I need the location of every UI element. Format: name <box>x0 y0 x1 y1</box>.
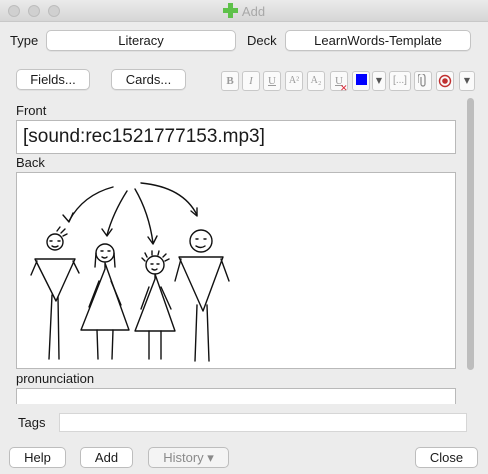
subscript-button[interactable]: A₂ <box>307 71 325 91</box>
attach-icon[interactable] <box>414 71 432 91</box>
pronunciation-field[interactable] <box>16 388 456 404</box>
cards-button[interactable]: Cards... <box>111 69 186 90</box>
note-type-button[interactable]: Literacy <box>46 30 236 51</box>
clear-formatting-icon: ✕ <box>340 84 348 94</box>
front-label: Front <box>16 103 47 118</box>
tags-label: Tags <box>18 415 46 430</box>
pronunciation-label: pronunciation <box>16 371 95 386</box>
scrollbar-thumb[interactable] <box>467 98 474 370</box>
close-button[interactable]: Close <box>415 447 478 468</box>
tags-input[interactable] <box>59 413 467 432</box>
text-color-icon <box>355 74 367 85</box>
underline-button[interactable]: U <box>263 71 281 91</box>
stick-figures-drawing <box>30 182 230 362</box>
front-field[interactable]: [sound:rec1521777153.mp3] <box>16 120 456 154</box>
superscript-button[interactable]: A² <box>285 71 303 91</box>
history-button[interactable]: History ▾ <box>148 447 229 468</box>
back-field[interactable] <box>16 172 456 369</box>
window-title: Add <box>241 4 266 19</box>
title-bar: Add <box>0 0 488 22</box>
more-dropdown-icon[interactable]: ▼ <box>459 71 475 91</box>
bold-button[interactable]: B <box>221 71 239 91</box>
help-button[interactable]: Help <box>9 447 66 468</box>
italic-button[interactable]: I <box>242 71 260 91</box>
back-label: Back <box>16 155 45 170</box>
window-title-wrap: Add <box>0 3 488 21</box>
deck-label: Deck <box>247 33 277 48</box>
type-label: Type <box>10 33 39 48</box>
text-color-button[interactable] <box>352 71 370 91</box>
clear-formatting-button[interactable]: U ✕ <box>330 71 348 94</box>
deck-button[interactable]: LearnWords-Template <box>285 30 471 51</box>
cloze-button[interactable]: [...] <box>389 71 411 91</box>
add-button[interactable]: Add <box>80 447 133 468</box>
editor-scrollbar[interactable] <box>465 96 476 402</box>
record-icon[interactable] <box>436 71 454 91</box>
fields-button[interactable]: Fields... <box>16 69 90 90</box>
add-plus-icon <box>222 3 238 21</box>
color-dropdown-icon[interactable]: ▼ <box>372 71 386 91</box>
